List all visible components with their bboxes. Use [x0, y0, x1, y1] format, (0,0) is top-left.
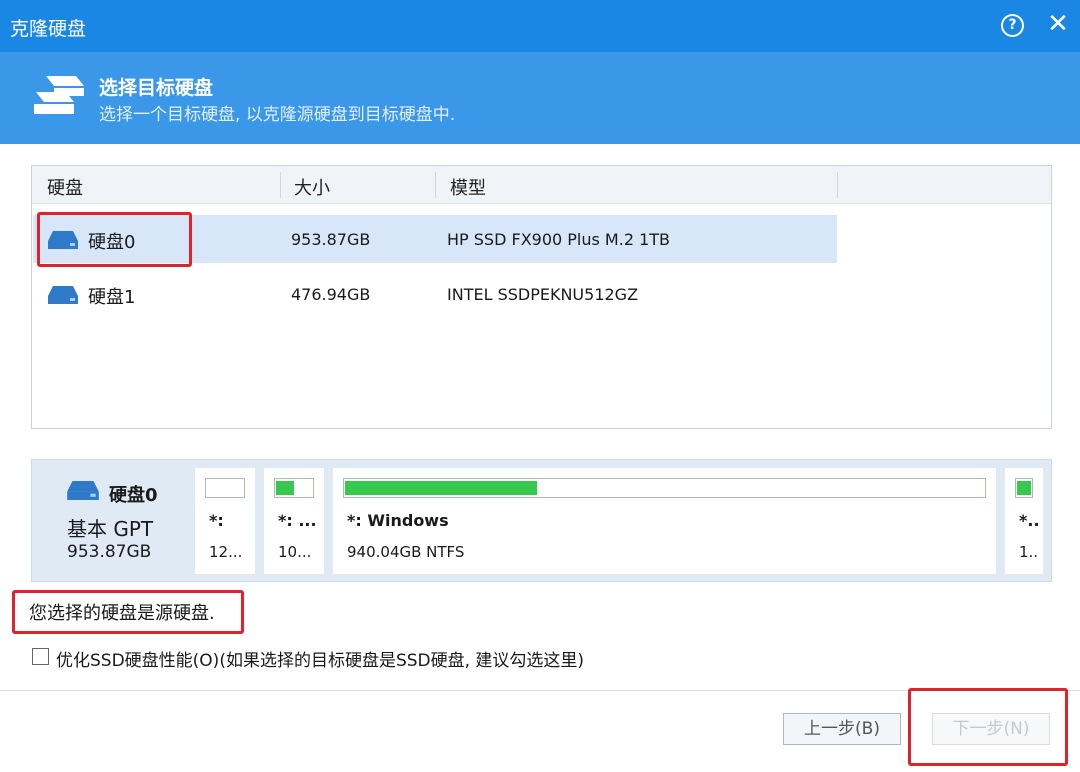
hard-disk-icon [67, 481, 99, 500]
disk-summary: 硬盘0 基本 GPT 953.87GB [32, 460, 190, 581]
column-divider [435, 172, 436, 198]
table-row-disk1[interactable]: 硬盘1 476.94GB INTEL SSDPEKNU512GZ [33, 270, 837, 318]
partition-label: *: ... [278, 511, 317, 530]
partition-label: *: [209, 511, 224, 530]
partition-usage-fill [276, 481, 294, 495]
partition-block[interactable]: *: 12... [195, 468, 255, 574]
page-heading: 选择目标硬盘 [99, 77, 214, 99]
column-divider [837, 172, 838, 198]
title-bar: 克隆硬盘 ? ✕ [0, 0, 1080, 52]
partition-block[interactable]: *.. 1.. [1005, 468, 1043, 574]
partition-block[interactable]: *: ... 10... [264, 468, 324, 574]
highlight-box [12, 590, 244, 634]
column-divider [280, 172, 281, 198]
disk-map: 硬盘0 基本 GPT 953.87GB *: 12... *: ... 10..… [31, 459, 1052, 582]
partition-size: 12... [209, 543, 243, 561]
partition-usage-bar [1015, 478, 1033, 498]
header-banner: 选择目标硬盘 选择一个目标硬盘, 以克隆源硬盘到目标硬盘中. [0, 52, 1080, 144]
disk-map-name: 硬盘0 [109, 485, 158, 506]
close-icon[interactable]: ✕ [1046, 10, 1070, 38]
window-title: 克隆硬盘 [10, 18, 87, 40]
partition-usage-bar [274, 478, 314, 498]
partition-size: 10... [278, 543, 312, 561]
column-header-size[interactable]: 大小 [294, 174, 330, 200]
optimize-ssd-label[interactable]: 优化SSD硬盘性能(O)(如果选择的目标硬盘是SSD硬盘, 建议勾选这里) [56, 646, 584, 671]
partition-usage-bar [343, 478, 986, 498]
column-header-disk[interactable]: 硬盘 [47, 174, 83, 200]
disk-size: 476.94GB [291, 285, 371, 304]
highlight-box [908, 688, 1068, 766]
partition-label: *: Windows [347, 511, 449, 530]
disk-model: INTEL SSDPEKNU512GZ [447, 285, 639, 304]
disk-model: HP SSD FX900 Plus M.2 1TB [447, 230, 671, 249]
partition-size: 940.04GB NTFS [347, 543, 465, 561]
table-header: 硬盘 大小 模型 [32, 166, 1051, 204]
disk-name: 硬盘1 [88, 287, 136, 308]
partition-usage-fill [345, 481, 537, 495]
page-subheading: 选择一个目标硬盘, 以克隆源硬盘到目标硬盘中. [99, 105, 456, 125]
disk-size: 953.87GB [291, 230, 371, 249]
partition-usage-bar [205, 478, 245, 498]
hard-disk-icon [48, 286, 78, 304]
clone-disk-icon [34, 76, 84, 114]
partition-usage-fill [1017, 481, 1031, 495]
disk-map-type: 基本 GPT [67, 517, 154, 541]
partition-size: 1.. [1019, 543, 1039, 561]
help-icon[interactable]: ? [1001, 14, 1024, 37]
back-button[interactable]: 上一步(B) [783, 713, 901, 745]
optimize-ssd-checkbox[interactable] [32, 648, 49, 665]
highlight-box [37, 212, 192, 267]
partition-label: *.. [1019, 511, 1040, 530]
partition-block-windows[interactable]: *: Windows 940.04GB NTFS [333, 468, 996, 574]
column-header-model[interactable]: 模型 [450, 174, 486, 200]
disk-table: 硬盘 大小 模型 硬盘0 953.87GB HP SSD FX900 Plus … [31, 165, 1052, 429]
disk-map-capacity: 953.87GB [67, 542, 152, 562]
